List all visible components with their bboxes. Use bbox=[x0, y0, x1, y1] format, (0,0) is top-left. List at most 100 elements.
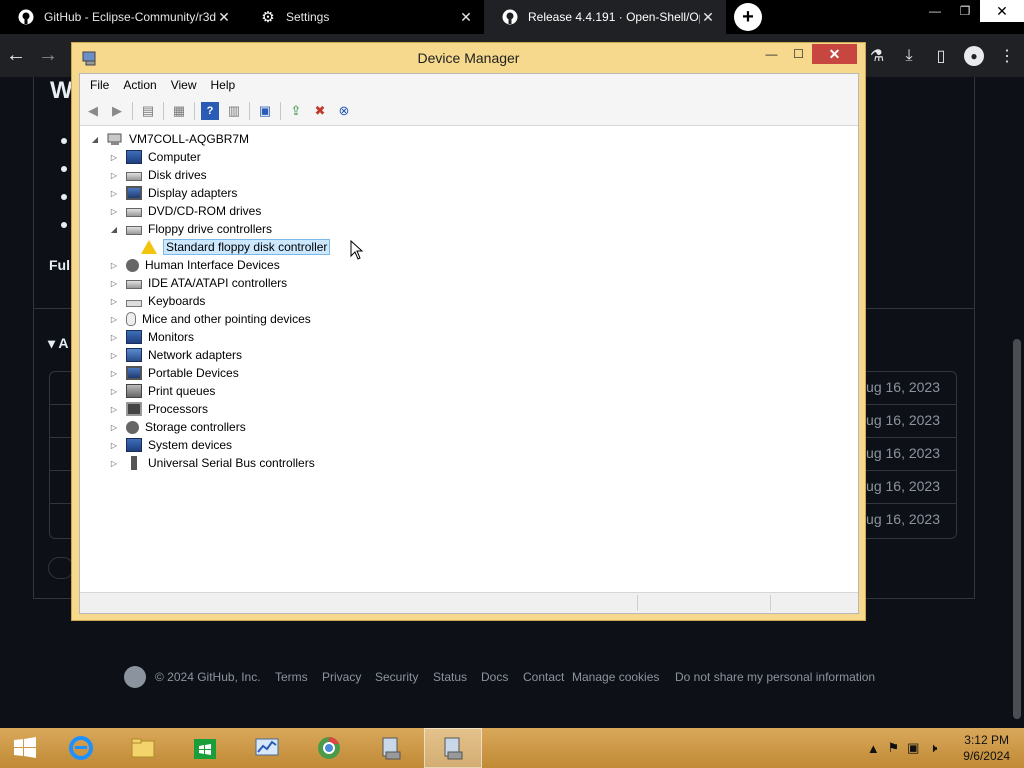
footer-link-manage-cookies[interactable]: Manage cookies bbox=[572, 670, 659, 684]
tree-item-standard-floppy-controller[interactable]: Standard floppy disk controller bbox=[141, 238, 331, 256]
tree-item-disk-drives[interactable]: ▷ Disk drives bbox=[109, 166, 207, 184]
scan-hardware-icon[interactable]: ▣ bbox=[256, 102, 274, 120]
tree-item-computer[interactable]: ▷ Computer bbox=[109, 148, 201, 166]
tree-item-processors[interactable]: ▷ Processors bbox=[109, 400, 208, 418]
taskbar-device-manager[interactable] bbox=[424, 728, 482, 768]
tree-item-print-queues[interactable]: ▷ Print queues bbox=[109, 382, 215, 400]
properties-icon[interactable]: ▦ bbox=[170, 102, 188, 120]
action-pane-icon[interactable]: ▥ bbox=[225, 102, 243, 120]
tree-item-hid[interactable]: ▷ Human Interface Devices bbox=[109, 256, 280, 274]
action-center-flag-icon[interactable]: ⚑ bbox=[883, 740, 903, 756]
close-button[interactable]: ✕ bbox=[812, 44, 857, 64]
disable-device-icon[interactable]: ⊗ bbox=[335, 102, 353, 120]
browser-tab-settings[interactable]: ⚙ Settings ✕ bbox=[242, 0, 484, 34]
show-hidden-icons-icon[interactable]: ▲ bbox=[863, 741, 883, 756]
minimize-icon[interactable]: — bbox=[758, 44, 785, 64]
forward-icon[interactable]: → bbox=[32, 44, 64, 67]
footer-link-docs[interactable]: Docs bbox=[481, 670, 508, 684]
back-arrow-icon[interactable]: ◀ bbox=[84, 102, 102, 120]
tree-item-portable-devices[interactable]: ▷ Portable Devices bbox=[109, 364, 239, 382]
assets-heading[interactable]: ▾ A bbox=[48, 335, 69, 352]
maximize-icon[interactable]: ☐ bbox=[785, 44, 812, 64]
update-driver-icon[interactable]: ⇪ bbox=[287, 102, 305, 120]
browser-tab-github[interactable]: GitHub - Eclipse-Community/r3d ✕ bbox=[0, 0, 242, 34]
system-tray: ▲ ⚑ ▣ 🕨 3:12 PM 9/6/2024 bbox=[863, 728, 1024, 768]
new-tab-button[interactable]: + bbox=[734, 3, 762, 31]
taskbar-internet-explorer[interactable] bbox=[52, 728, 110, 768]
footer-link-contact[interactable]: Contact bbox=[523, 670, 564, 684]
github-logo-icon[interactable] bbox=[124, 666, 146, 688]
close-icon[interactable]: ✕ bbox=[980, 0, 1024, 22]
menu-view[interactable]: View bbox=[171, 78, 197, 92]
forward-arrow-icon[interactable]: ▶ bbox=[108, 102, 126, 120]
expand-arrow-icon[interactable]: ▷ bbox=[109, 207, 119, 216]
expand-arrow-icon[interactable]: ▷ bbox=[109, 171, 119, 180]
tree-item-ide-controllers[interactable]: ▷ IDE ATA/ATAPI controllers bbox=[109, 274, 287, 292]
expand-arrow-icon[interactable]: ▷ bbox=[109, 405, 119, 414]
tree-item-storage-controllers[interactable]: ▷ Storage controllers bbox=[109, 418, 246, 436]
expand-arrow-icon[interactable]: ▷ bbox=[109, 189, 119, 198]
footer-link-security[interactable]: Security bbox=[375, 670, 418, 684]
clock[interactable]: 3:12 PM 9/6/2024 bbox=[963, 732, 1010, 764]
close-icon[interactable]: ✕ bbox=[216, 9, 232, 26]
expand-arrow-icon[interactable]: ▷ bbox=[109, 333, 119, 342]
footer-link-do-not-share[interactable]: Do not share my personal information bbox=[675, 670, 875, 684]
footer-link-privacy[interactable]: Privacy bbox=[322, 670, 361, 684]
start-button[interactable] bbox=[0, 728, 50, 768]
back-icon[interactable]: ← bbox=[0, 44, 32, 67]
browser-tab-release[interactable]: Release 4.4.191 · Open-Shell/Op ✕ bbox=[484, 0, 726, 34]
tree-item-display-adapters[interactable]: ▷ Display adapters bbox=[109, 184, 237, 202]
menu-icon[interactable]: ⋮ bbox=[998, 46, 1016, 66]
expand-arrow-icon[interactable]: ▷ bbox=[109, 423, 119, 432]
tree-item-system-devices[interactable]: ▷ System devices bbox=[109, 436, 232, 454]
menu-action[interactable]: Action bbox=[123, 78, 156, 92]
expand-arrow-icon[interactable]: ▷ bbox=[109, 315, 119, 324]
taskbar-store[interactable] bbox=[176, 728, 234, 768]
expand-arrow-icon[interactable]: ▷ bbox=[109, 351, 119, 360]
expand-arrow-icon[interactable]: ▷ bbox=[109, 297, 119, 306]
profile-avatar-icon[interactable]: ● bbox=[964, 45, 984, 66]
tree-root[interactable]: ◢ VM7COLL-AQGBR7M bbox=[90, 130, 249, 148]
window-title-bar[interactable]: Device Manager — ☐ ✕ bbox=[72, 43, 865, 73]
taskbar-file-explorer[interactable] bbox=[114, 728, 172, 768]
network-icon[interactable]: ▣ bbox=[903, 740, 923, 756]
collapse-arrow-icon[interactable]: ◢ bbox=[90, 135, 100, 144]
close-icon[interactable]: ✕ bbox=[700, 9, 716, 26]
tree-item-monitors[interactable]: ▷ Monitors bbox=[109, 328, 194, 346]
minimize-icon[interactable]: — bbox=[920, 0, 950, 22]
volume-muted-icon[interactable]: 🕨 bbox=[923, 740, 943, 756]
expand-arrow-icon[interactable]: ▷ bbox=[109, 153, 119, 162]
expand-arrow-icon[interactable]: ▷ bbox=[109, 279, 119, 288]
tree-item-floppy-controllers[interactable]: ◢ Floppy drive controllers bbox=[109, 220, 272, 238]
scrollbar-thumb[interactable] bbox=[1013, 339, 1021, 719]
expand-arrow-icon[interactable]: ▷ bbox=[109, 441, 119, 450]
taskbar-chrome[interactable] bbox=[300, 728, 358, 768]
taskbar-performance-monitor[interactable] bbox=[238, 728, 296, 768]
taskbar-control-panel[interactable] bbox=[362, 728, 420, 768]
footer-link-terms[interactable]: Terms bbox=[275, 670, 308, 684]
expand-arrow-icon[interactable]: ▷ bbox=[109, 387, 119, 396]
menu-file[interactable]: File bbox=[90, 78, 109, 92]
page-scrollbar[interactable] bbox=[1010, 77, 1024, 728]
tree-item-keyboards[interactable]: ▷ Keyboards bbox=[109, 292, 205, 310]
tree-item-mice[interactable]: ▷ Mice and other pointing devices bbox=[109, 310, 311, 328]
collapse-arrow-icon[interactable]: ◢ bbox=[109, 225, 119, 234]
tree-item-network-adapters[interactable]: ▷ Network adapters bbox=[109, 346, 242, 364]
footer-link-status[interactable]: Status bbox=[433, 670, 467, 684]
expand-arrow-icon[interactable]: ▷ bbox=[109, 369, 119, 378]
restore-icon[interactable]: ❐ bbox=[950, 0, 980, 22]
show-hide-console-tree-icon[interactable]: ▤ bbox=[139, 102, 157, 120]
expand-arrow-icon[interactable]: ▷ bbox=[109, 459, 119, 468]
close-icon[interactable]: ✕ bbox=[458, 9, 474, 26]
sidepanel-icon[interactable]: ▯ bbox=[932, 46, 950, 66]
extension-icon[interactable]: ⚗ bbox=[868, 46, 886, 66]
uninstall-device-icon[interactable]: ✖ bbox=[311, 102, 329, 120]
help-icon[interactable]: ? bbox=[201, 101, 219, 120]
expand-arrow-icon[interactable]: ▷ bbox=[109, 261, 119, 270]
download-icon[interactable]: ⤓ bbox=[900, 47, 918, 65]
tree-item-dvd-drives[interactable]: ▷ DVD/CD-ROM drives bbox=[109, 202, 261, 220]
menu-help[interactable]: Help bbox=[211, 78, 236, 92]
tree-item-usb-controllers[interactable]: ▷ Universal Serial Bus controllers bbox=[109, 454, 315, 472]
full-changelog-label[interactable]: Ful bbox=[49, 257, 70, 273]
root-label: VM7COLL-AQGBR7M bbox=[129, 132, 250, 146]
